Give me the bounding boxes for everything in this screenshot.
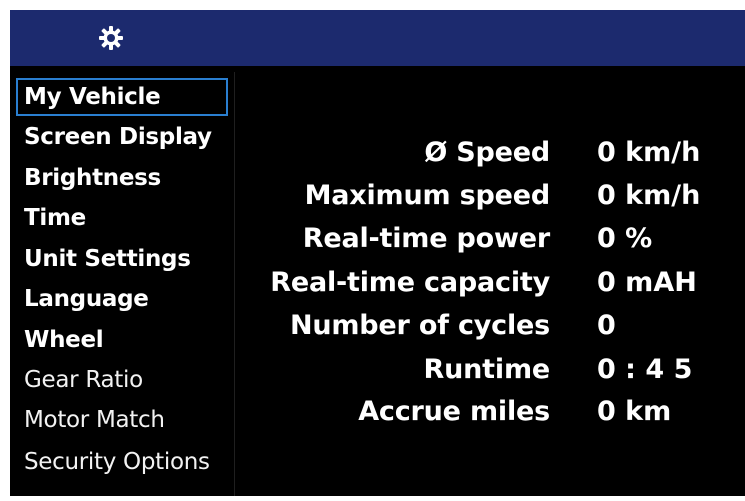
stat-row-runtime: Runtime 0 : 4 5 xyxy=(240,350,745,390)
settings-screen: My Vehicle Screen Display Brightness Tim… xyxy=(10,10,745,496)
stat-value: 0 mAH xyxy=(597,267,697,298)
stat-value: 0 xyxy=(597,310,616,341)
stat-row-number-of-cycles: Number of cycles 0 xyxy=(240,306,745,346)
stat-label: Number of cycles xyxy=(289,310,550,341)
stat-row-accrue-miles: Accrue miles 0 km xyxy=(240,392,745,432)
stat-row-real-time-capacity: Real-time capacity 0 mAH xyxy=(240,263,745,303)
stat-label: Real-time power xyxy=(302,223,550,254)
menu-item-language[interactable]: Language xyxy=(16,280,228,318)
stat-row-maximum-speed: Maximum speed 0 km/h xyxy=(240,176,745,216)
stat-value: 0 km xyxy=(597,396,672,427)
stat-value: 0 km/h xyxy=(597,180,701,211)
menu-item-gear-ratio[interactable]: Gear Ratio xyxy=(16,361,228,399)
menu-item-screen-display[interactable]: Screen Display xyxy=(16,118,228,156)
menu-item-unit-settings[interactable]: Unit Settings xyxy=(16,240,228,278)
stat-value: 0 km/h xyxy=(597,137,701,168)
menu-item-my-vehicle[interactable]: My Vehicle xyxy=(16,78,228,116)
stat-label: Accrue miles xyxy=(358,396,550,427)
menu-item-motor-match[interactable]: Motor Match xyxy=(16,401,228,439)
stat-label: Maximum speed xyxy=(304,180,551,211)
stat-label: Runtime xyxy=(423,354,551,385)
stat-label: Real-time capacity xyxy=(270,267,550,298)
menu-item-time[interactable]: Time xyxy=(16,199,228,237)
stat-value: 0 % xyxy=(597,223,653,254)
stat-value: 0 : 4 5 xyxy=(597,354,693,385)
menu-item-brightness[interactable]: Brightness xyxy=(16,159,228,197)
header-bar xyxy=(10,10,745,66)
stat-row-real-time-power: Real-time power 0 % xyxy=(240,219,745,259)
menu-item-security-options[interactable]: Security Options xyxy=(16,443,228,481)
stat-row-average-speed: Ø Speed 0 km/h xyxy=(240,133,745,173)
stat-label: Ø Speed xyxy=(424,137,550,168)
gear-icon[interactable] xyxy=(98,25,124,51)
menu-item-wheel[interactable]: Wheel xyxy=(16,321,228,359)
settings-menu: My Vehicle Screen Display Brightness Tim… xyxy=(10,72,235,496)
